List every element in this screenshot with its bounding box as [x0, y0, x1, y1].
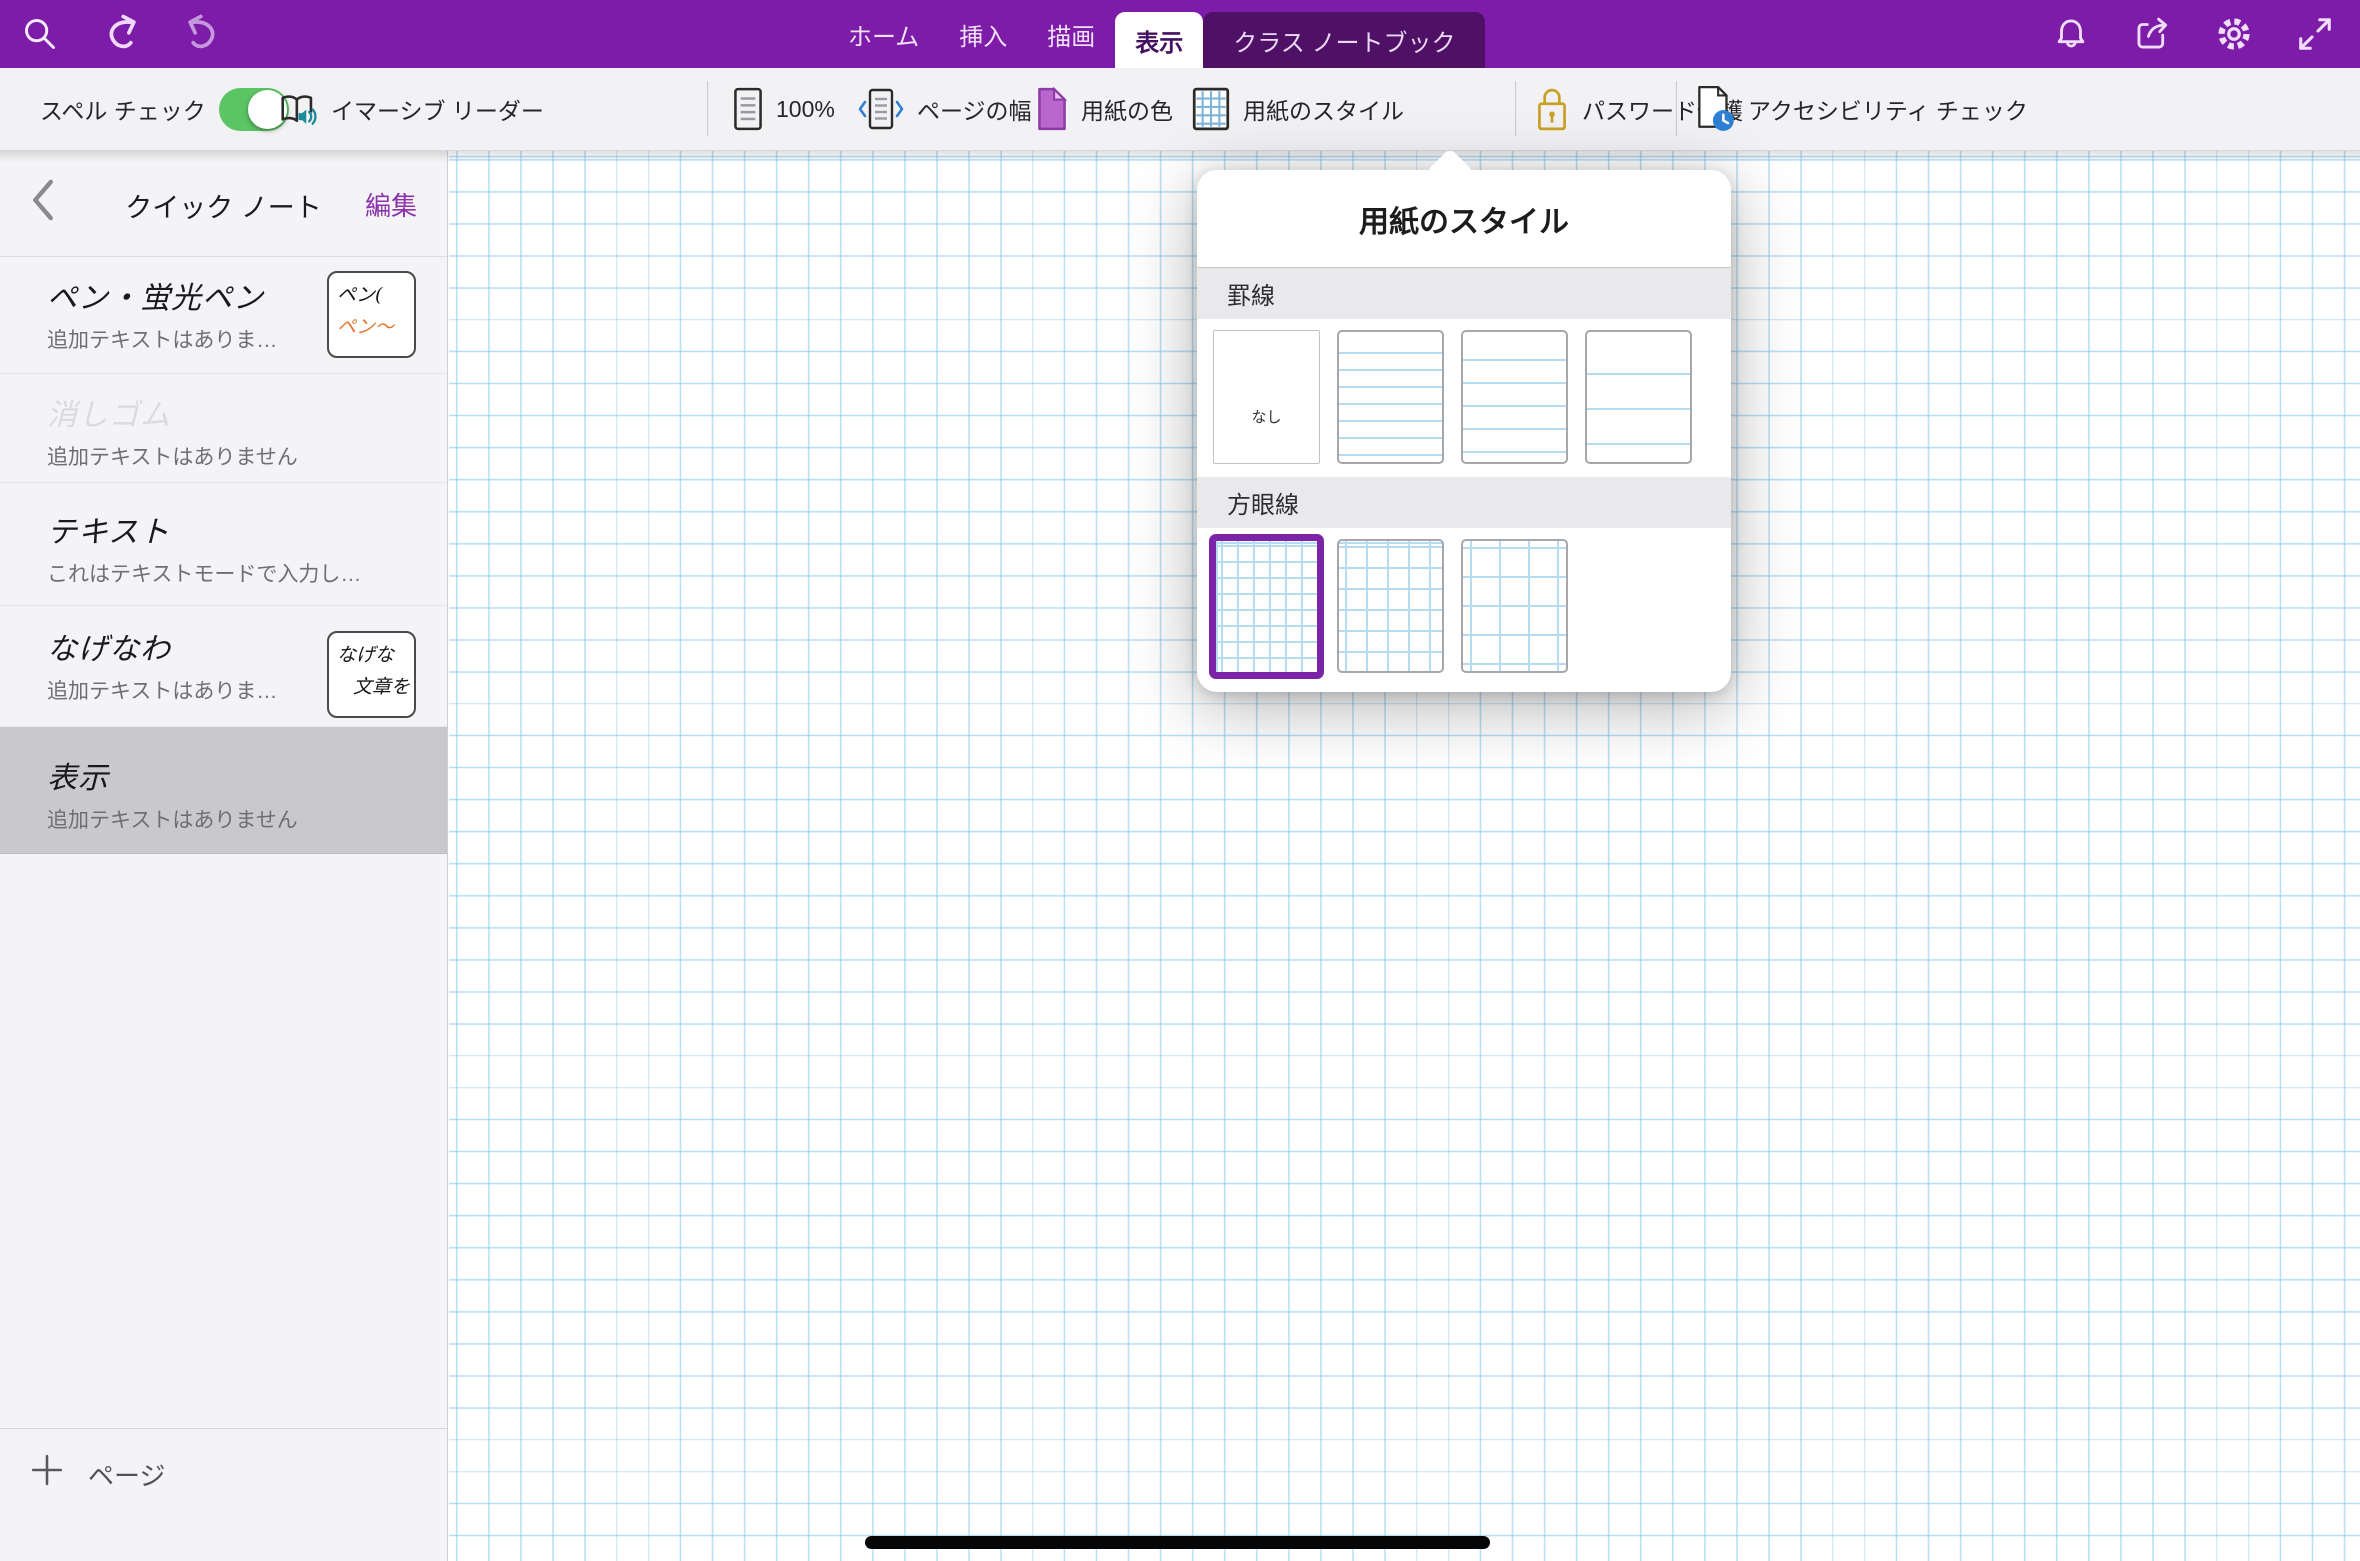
- page-title-handwritten: テキスト: [47, 507, 447, 551]
- grid-options-row: [1197, 528, 1731, 692]
- accessibility-check-label: アクセシビリティ チェック: [1748, 92, 2028, 126]
- thumb-ink-black: ペン(: [337, 279, 410, 311]
- spell-check-label: スペル チェック: [40, 92, 206, 126]
- page-thumbnail: ペン( ペン〜: [327, 271, 416, 358]
- add-page-label: ページ: [88, 1456, 165, 1493]
- paper-option-wide-ruled[interactable]: [1585, 330, 1692, 464]
- add-page-button[interactable]: ページ: [0, 1428, 447, 1561]
- ribbon-separator: [1676, 81, 1677, 136]
- edit-button[interactable]: 編集: [365, 186, 417, 223]
- paper-style-button[interactable]: 用紙のスタイル: [1192, 68, 1404, 150]
- page-list-item[interactable]: 消しゴム 追加テキストはありません: [0, 374, 447, 483]
- ribbon-separator: [707, 81, 708, 136]
- bell-icon[interactable]: [2052, 15, 2090, 53]
- zoom-doc-icon: [733, 87, 763, 131]
- undo-icon[interactable]: [102, 14, 142, 54]
- tab-class-notebook[interactable]: クラス ノートブック: [1203, 12, 1485, 68]
- page-thumbnail: なげな 文章を: [327, 631, 416, 718]
- page-list-item[interactable]: なげなわ 追加テキストはありま… なげな 文章を: [0, 606, 447, 727]
- immersive-reader-label: イマーシブ リーダー: [331, 92, 544, 126]
- paper-option-medium-grid[interactable]: [1337, 539, 1444, 673]
- paper-style-popover: 用紙のスタイル 罫線 なし 方眼線: [1197, 170, 1731, 692]
- home-indicator[interactable]: [865, 1536, 1490, 1549]
- page-width-icon: [858, 87, 904, 131]
- spell-check-control: スペル チェック: [40, 68, 289, 150]
- accessibility-doc-icon: [1695, 85, 1735, 133]
- search-icon[interactable]: [22, 16, 58, 52]
- gear-icon[interactable]: [2214, 14, 2254, 54]
- paper-option-medium-ruled[interactable]: [1461, 330, 1568, 464]
- page-subtitle: 追加テキストはありません: [47, 441, 447, 471]
- ruled-options-row: なし: [1197, 319, 1731, 477]
- thumb-ink-black: なげな: [337, 639, 410, 671]
- paper-color-label: 用紙の色: [1081, 92, 1173, 126]
- immersive-reader-button[interactable]: イマーシブ リーダー: [278, 68, 544, 150]
- thumb-ink-black: 文章を: [337, 671, 410, 703]
- sidebar-header: クイック ノート 編集: [0, 150, 447, 257]
- top-bar: ホーム 挿入 描画 表示 クラス ノートブック: [0, 0, 2360, 68]
- page-list-item[interactable]: ペン・蛍光ペン 追加テキストはありま… ペン( ペン〜: [0, 257, 447, 374]
- plus-icon: [30, 1453, 64, 1487]
- popover-title: 用紙のスタイル: [1197, 170, 1731, 268]
- paper-option-none[interactable]: なし: [1213, 330, 1320, 464]
- zoom-level-label: 100%: [776, 96, 835, 123]
- redo-icon[interactable]: [182, 14, 222, 54]
- ribbon-separator: [1515, 81, 1516, 136]
- lock-icon: [1535, 87, 1569, 131]
- tab-view[interactable]: 表示: [1115, 12, 1203, 68]
- accessibility-check-button[interactable]: アクセシビリティ チェック: [1695, 68, 2028, 150]
- tab-insert[interactable]: 挿入: [939, 0, 1027, 68]
- page-width-label: ページの幅: [917, 92, 1032, 126]
- page-list-item[interactable]: テキスト これはテキストモードで入力し…: [0, 483, 447, 606]
- paper-color-button[interactable]: 用紙の色: [1036, 68, 1173, 150]
- onenote-app: ホーム 挿入 描画 表示 クラス ノートブック スペル チェック イ: [0, 0, 2360, 1561]
- paper-style-icon: [1192, 87, 1230, 131]
- page-list-item-selected[interactable]: 表示 追加テキストはありません: [0, 727, 447, 854]
- view-ribbon: スペル チェック イマーシブ リーダー 100% ページの幅: [0, 68, 2360, 151]
- paper-color-icon: [1036, 87, 1068, 131]
- page-list: ペン・蛍光ペン 追加テキストはありま… ペン( ペン〜 消しゴム 追加テキストは…: [0, 257, 447, 1428]
- fullscreen-icon[interactable]: [2296, 15, 2334, 53]
- page-list-sidebar: クイック ノート 編集 ペン・蛍光ペン 追加テキストはありま… ペン( ペン〜 …: [0, 150, 448, 1561]
- page-width-button[interactable]: ページの幅: [858, 68, 1032, 150]
- page-title-handwritten: 表示: [47, 753, 447, 797]
- paper-option-narrow-ruled[interactable]: [1337, 330, 1444, 464]
- paper-option-small-grid-selected[interactable]: [1209, 534, 1324, 679]
- paper-option-large-grid[interactable]: [1461, 539, 1568, 673]
- section-grid-label: 方眼線: [1197, 477, 1731, 528]
- immersive-reader-icon: [278, 90, 318, 128]
- share-icon[interactable]: [2133, 15, 2171, 53]
- none-label: なし: [1251, 406, 1281, 427]
- ribbon-tabs: ホーム 挿入 描画 表示 クラス ノートブック: [828, 0, 1485, 68]
- tab-draw[interactable]: 描画: [1027, 0, 1115, 68]
- section-ruled-label: 罫線: [1197, 268, 1731, 319]
- page-title-handwritten: 消しゴム: [47, 390, 447, 434]
- tab-home[interactable]: ホーム: [828, 0, 939, 68]
- zoom-button[interactable]: 100%: [733, 68, 835, 150]
- thumb-ink-orange: ペン〜: [337, 311, 410, 343]
- paper-style-label: 用紙のスタイル: [1243, 92, 1404, 126]
- page-subtitle: 追加テキストはありません: [47, 804, 447, 834]
- page-subtitle: これはテキストモードで入力し…: [47, 558, 447, 588]
